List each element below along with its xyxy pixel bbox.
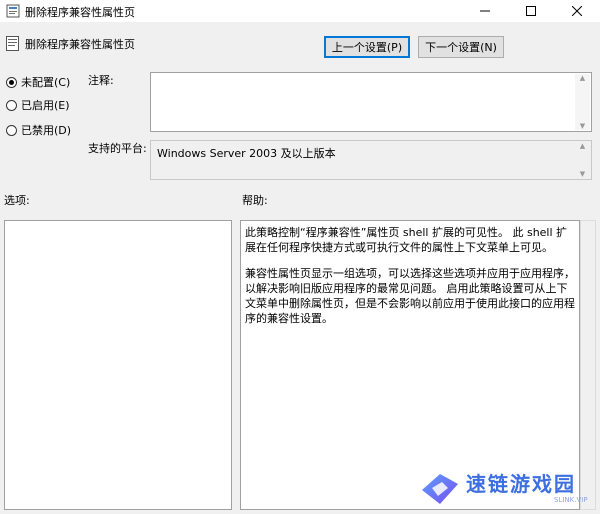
help-pane: 此策略控制“程序兼容性”属性页 shell 扩展的可见性。 此 shell 扩展…	[240, 220, 580, 510]
radio-not-configured[interactable]: 未配置(C)	[6, 74, 70, 90]
radio-enabled[interactable]: 已启用(E)	[6, 97, 70, 113]
platform-value: Windows Server 2003 及以上版本	[157, 147, 336, 160]
options-label: 选项:	[4, 194, 30, 207]
watermark-subtext: SLINK.VIP	[554, 496, 588, 504]
radio-label: 未配置(C)	[21, 76, 71, 89]
maximize-icon	[526, 6, 536, 16]
previous-setting-button[interactable]: 上一个设置(P)	[324, 36, 410, 58]
watermark-text: 速链游戏园	[466, 472, 576, 496]
policy-document-icon	[6, 36, 19, 51]
window-title: 删除程序兼容性属性页	[25, 6, 135, 19]
scroll-up-icon: ▲	[579, 142, 586, 150]
platform-field: Windows Server 2003 及以上版本 ▲ ▼	[150, 140, 592, 180]
platform-label: 支持的平台:	[88, 142, 147, 155]
close-button[interactable]	[554, 0, 600, 22]
radio-disabled[interactable]: 已禁用(D)	[6, 122, 71, 138]
radio-indicator	[6, 76, 17, 88]
comment-label: 注释:	[88, 74, 114, 87]
scroll-down-icon: ▼	[579, 170, 586, 178]
radio-indicator	[6, 99, 17, 111]
help-paragraph: 兼容性属性页显示一组选项，可以选择这些选项并应用于应用程序，以解决影响旧版应用程…	[245, 267, 575, 325]
scroll-down-icon: ▼	[579, 122, 586, 130]
comment-scrollbar[interactable]: ▲ ▼	[575, 74, 590, 130]
radio-label: 已禁用(D)	[21, 124, 72, 137]
scroll-up-icon: ▲	[579, 74, 586, 82]
options-pane	[4, 220, 232, 510]
comment-field[interactable]: ▲ ▼	[150, 72, 592, 132]
close-icon	[572, 6, 582, 16]
radio-indicator	[6, 124, 17, 136]
platform-scrollbar[interactable]: ▲ ▼	[575, 142, 590, 178]
help-label: 帮助:	[242, 194, 268, 207]
radio-label: 已启用(E)	[21, 99, 70, 112]
minimize-icon	[480, 10, 490, 12]
maximize-button[interactable]	[508, 0, 554, 22]
watermark-logo	[422, 474, 458, 504]
help-scrollbar[interactable]	[580, 220, 596, 510]
help-paragraph: 此策略控制“程序兼容性”属性页 shell 扩展的可见性。 此 shell 扩展…	[245, 226, 568, 254]
policy-settings-icon	[6, 4, 20, 18]
next-setting-button[interactable]: 下一个设置(N)	[418, 36, 504, 58]
minimize-button[interactable]	[462, 0, 508, 22]
policy-name: 删除程序兼容性属性页	[25, 38, 135, 51]
